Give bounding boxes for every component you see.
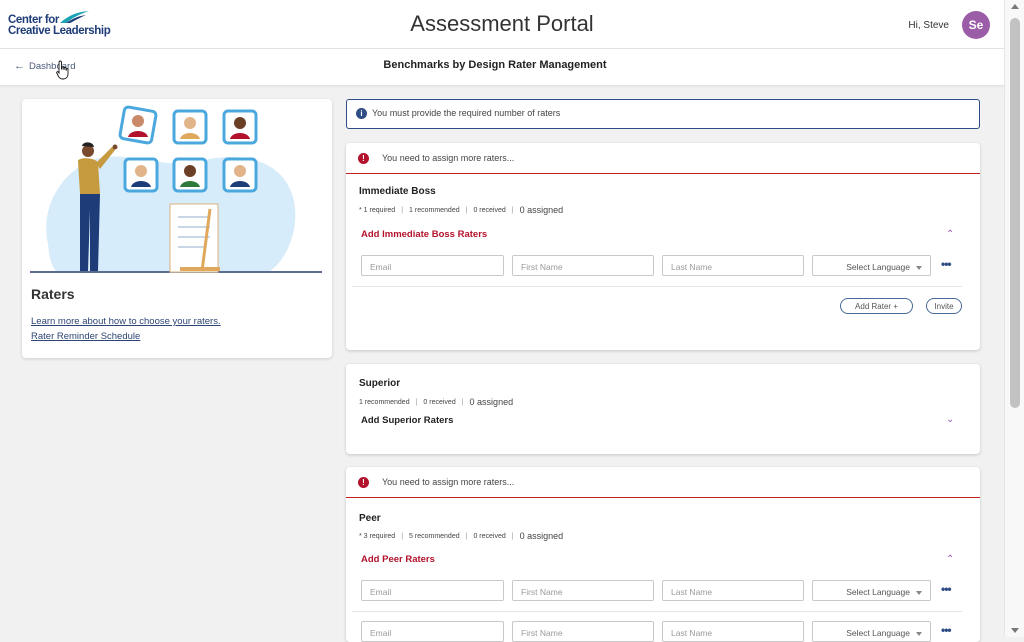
- chevron-up-icon[interactable]: ⌃: [946, 554, 954, 565]
- email-field[interactable]: Email: [361, 255, 504, 276]
- first-name-field[interactable]: First Name: [512, 255, 654, 276]
- received-count: 0 received: [473, 206, 506, 214]
- add-rater-label: Add Rater: [855, 302, 892, 311]
- reminder-schedule-link[interactable]: Rater Reminder Schedule: [31, 331, 140, 342]
- caret-down-icon: [916, 590, 922, 595]
- add-raters-toggle[interactable]: Add Peer Raters: [361, 554, 435, 565]
- last-name-field[interactable]: Last Name: [662, 621, 804, 642]
- email-field[interactable]: Email: [361, 580, 504, 601]
- add-raters-toggle[interactable]: Add Immediate Boss Raters: [361, 229, 487, 240]
- email-field[interactable]: Email: [361, 621, 504, 642]
- caret-down-icon: [916, 631, 922, 636]
- error-icon: !: [358, 477, 369, 488]
- category-title: Peer: [359, 513, 381, 524]
- plus-icon: +: [893, 302, 898, 311]
- recommended-count: 1 recommended: [359, 398, 410, 406]
- language-select[interactable]: Select Language: [812, 255, 931, 276]
- caret-down-icon: [916, 265, 922, 270]
- scroll-up-icon[interactable]: [1011, 4, 1019, 9]
- top-header: Center for Creative Leadership Assessmen…: [0, 0, 1004, 49]
- rater-counts: * 3 required | 5 recommended | 0 received |…: [359, 531, 564, 541]
- last-name-field[interactable]: Last Name: [662, 255, 804, 276]
- user-greeting: Hi, Steve: [908, 20, 949, 31]
- superior-card: Superior 1 recommended | 0 received | 0 as…: [346, 364, 980, 454]
- choose-raters-link[interactable]: Learn more about how to choose your rate…: [31, 316, 221, 327]
- language-select[interactable]: Select Language: [812, 580, 931, 601]
- raters-illustration: [30, 105, 322, 273]
- assigned-count: 0 assigned: [519, 531, 564, 541]
- more-options-icon[interactable]: •••: [941, 582, 952, 596]
- more-options-icon[interactable]: •••: [941, 623, 952, 637]
- first-name-field[interactable]: First Name: [512, 621, 654, 642]
- app-title: Assessment Portal: [410, 11, 594, 36]
- category-title: Immediate Boss: [359, 186, 436, 197]
- assigned-count: 0 assigned: [469, 397, 514, 407]
- required-raters-notice: i You must provide the required number o…: [346, 99, 980, 129]
- peer-card: ! You need to assign more raters... Peer…: [346, 467, 980, 642]
- received-count: 0 received: [473, 532, 506, 540]
- row-divider: [352, 286, 962, 287]
- notice-text: You must provide the required number of …: [372, 108, 561, 118]
- required-count: * 1 required: [359, 206, 396, 214]
- rater-counts: * 1 required | 1 recommended | 0 received |…: [359, 205, 564, 215]
- assign-more-alert: ! You need to assign more raters...: [346, 467, 980, 498]
- alert-text: You need to assign more raters...: [382, 153, 515, 163]
- page-subtitle: Benchmarks by Design Rater Management: [383, 59, 607, 71]
- user-avatar[interactable]: Se: [962, 11, 990, 39]
- add-raters-toggle[interactable]: Add Superior Raters: [361, 415, 453, 426]
- sub-header: ← Dashboard Benchmarks by Design Rater M…: [0, 49, 1004, 86]
- assigned-count: 0 assigned: [519, 205, 564, 215]
- scroll-down-icon[interactable]: [1011, 628, 1019, 633]
- required-count: * 3 required: [359, 532, 396, 540]
- raters-info-card: Raters Learn more about how to choose yo…: [22, 99, 332, 358]
- first-name-field[interactable]: First Name: [512, 580, 654, 601]
- page-scrollbar[interactable]: [1004, 0, 1024, 637]
- invite-button[interactable]: Invite: [926, 298, 962, 314]
- assign-more-alert: ! You need to assign more raters...: [346, 143, 980, 174]
- add-rater-button[interactable]: Add Rater +: [840, 298, 913, 314]
- scrollbar-thumb[interactable]: [1010, 18, 1020, 408]
- rater-counts: 1 recommended | 0 received | 0 assigned: [359, 397, 514, 407]
- more-options-icon[interactable]: •••: [941, 257, 952, 271]
- row-divider: [352, 611, 962, 612]
- error-icon: !: [358, 153, 369, 164]
- recommended-count: 5 recommended: [409, 532, 460, 540]
- language-select-value: Select Language: [846, 262, 910, 272]
- chevron-down-icon[interactable]: ⌄: [946, 414, 954, 425]
- last-name-field[interactable]: Last Name: [662, 580, 804, 601]
- received-count: 0 received: [423, 398, 456, 406]
- chevron-up-icon[interactable]: ⌃: [946, 229, 954, 240]
- language-select-value: Select Language: [846, 587, 910, 597]
- hand-cursor-icon: [56, 60, 69, 80]
- raters-heading: Raters: [31, 286, 75, 302]
- info-icon: i: [356, 108, 367, 119]
- alert-text: You need to assign more raters...: [382, 477, 515, 487]
- category-title: Superior: [359, 378, 401, 389]
- recommended-count: 1 recommended: [409, 206, 460, 214]
- immediate-boss-card: ! You need to assign more raters... Imme…: [346, 143, 980, 350]
- language-select[interactable]: Select Language: [812, 621, 931, 642]
